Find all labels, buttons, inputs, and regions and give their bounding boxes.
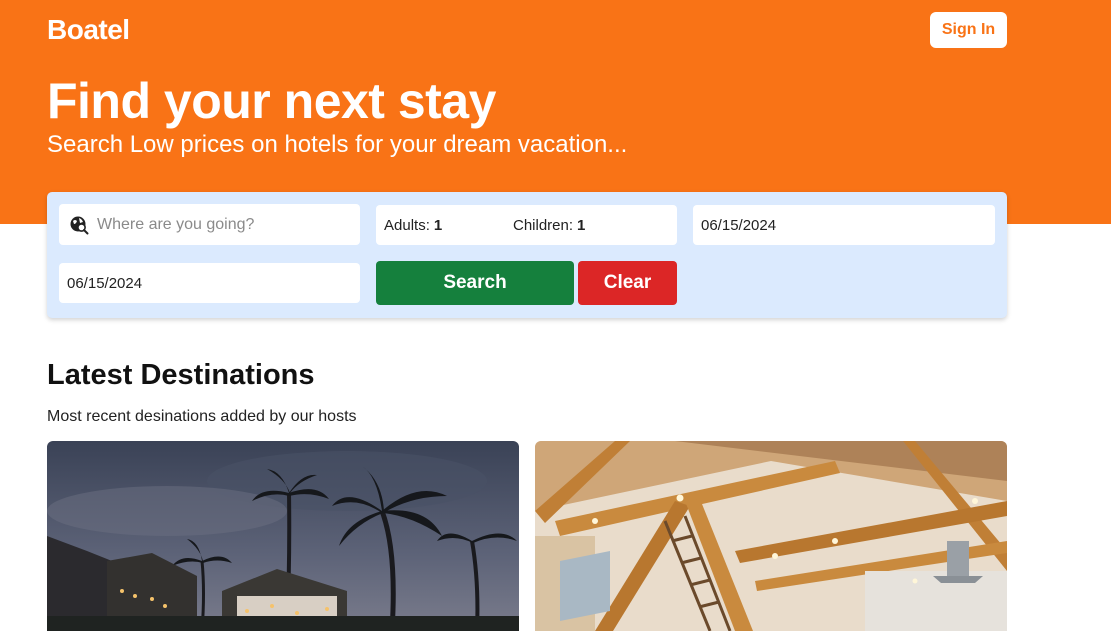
page-title: Find your next stay [47,73,496,129]
children-counter[interactable]: Children: 1 [513,217,585,234]
destination-input[interactable] [97,215,337,234]
check-out-date-input[interactable]: 06/15/2024 [59,263,360,303]
tropical-resort-photo [47,441,519,631]
children-label: Children: [513,216,574,234]
search-button[interactable]: Search [376,261,574,305]
children-value[interactable]: 1 [577,217,585,234]
adults-counter[interactable]: Adults: 1 [384,217,442,234]
destination-card[interactable] [47,441,519,631]
adults-label: Adults: [384,216,430,234]
clear-button[interactable]: Clear [578,261,677,305]
latest-destinations-subtitle: Most recent desinations added by our hos… [47,408,357,425]
logo[interactable]: Boatel [47,14,130,46]
guests-field: Adults: 1 Children: 1 [376,205,677,245]
wooden-cabin-interior-photo [535,441,1007,631]
destination-field[interactable] [59,204,360,245]
destination-card[interactable] [535,441,1007,631]
sign-in-button[interactable]: Sign In [930,12,1007,48]
globe-search-icon [70,216,89,234]
adults-value[interactable]: 1 [434,217,442,234]
page-subtitle: Search Low prices on hotels for your dre… [47,131,628,158]
latest-destinations-title: Latest Destinations [47,359,315,391]
check-in-date-input[interactable]: 06/15/2024 [693,205,995,245]
